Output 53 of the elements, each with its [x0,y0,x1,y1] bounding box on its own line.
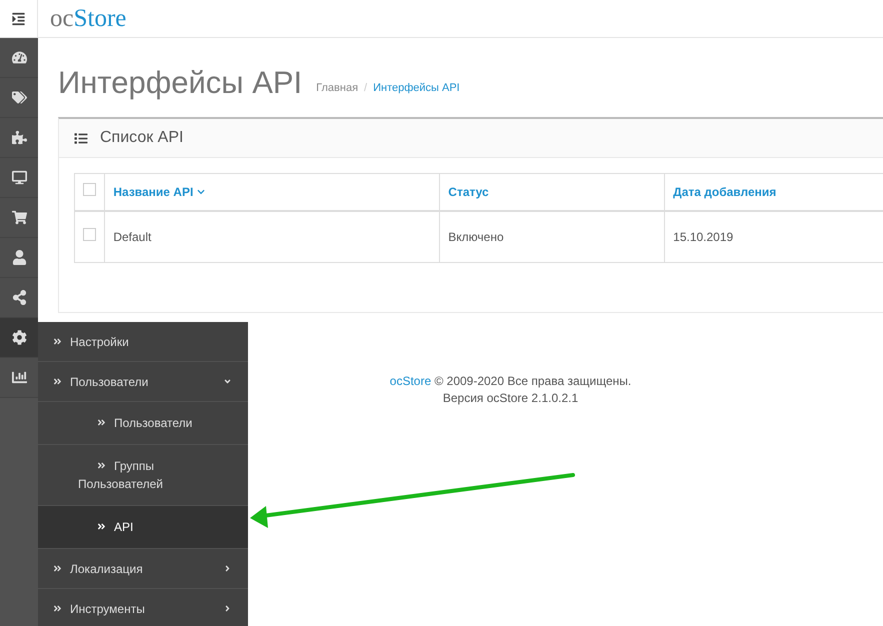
chevrons-icon [53,604,62,613]
share-icon [12,290,26,305]
breadcrumb-link[interactable]: Главная [316,80,358,96]
menu-item[interactable]: Локализация [38,549,248,589]
submenu-item[interactable]: API [38,506,248,549]
bar-chart-icon [12,370,26,385]
list-icon [74,132,88,144]
puzzle-icon [12,130,26,145]
monitor-icon [12,170,26,185]
breadcrumb-separator: / [363,80,368,96]
menu-toggle-icon[interactable] [11,12,26,26]
chevrons-icon [53,377,62,386]
chevrons-icon [53,564,62,573]
column-header[interactable]: Название API [113,182,206,201]
breadcrumb-link[interactable]: Интерфейсы API [373,80,460,96]
caret-icon [197,188,206,196]
footer-link[interactable]: ocStore [390,374,432,388]
checkbox[interactable] [83,228,96,241]
caret-right-icon [223,564,232,573]
sidebar-item[interactable] [0,198,38,238]
menu-item[interactable]: Настройки [38,322,248,362]
table-cell: Включено [448,230,504,244]
column-header[interactable]: Статус [448,182,489,201]
user-icon [12,250,26,265]
sidebar-item[interactable] [0,318,38,358]
page-title: Интерфейсы API [58,67,302,102]
table-cell: 15.10.2019 [673,230,734,244]
sidebar-item[interactable] [0,158,38,198]
version-text: Версия ocStore 2.1.0.2.1 [442,390,578,407]
menu-item[interactable]: Инструменты [38,589,248,626]
sidebar-item[interactable] [0,78,38,118]
caret-right-icon [223,604,232,613]
logo[interactable]: ocStore [50,6,126,31]
chevrons-icon [53,337,62,346]
chevrons-icon [97,522,106,531]
caret-down-icon [223,377,232,386]
chevrons-icon [97,418,106,427]
tags-icon [12,90,26,105]
settings-icon [12,330,26,345]
table-cell: Default [113,230,152,244]
submenu-item[interactable]: Пользователи [38,402,248,445]
cart-icon [12,210,26,225]
checkbox[interactable] [83,182,96,196]
chevrons-icon [97,461,106,470]
sidebar-item[interactable] [0,238,38,278]
panel-title: Список API [100,128,184,148]
copyright-text: ocStore © 2009-2020 Все права защищены. [390,373,632,390]
sidebar-item[interactable] [0,118,38,158]
sidebar-item[interactable] [0,278,38,318]
menu-item[interactable]: Пользователи [38,362,248,402]
gauge-icon [12,50,26,65]
sidebar-item[interactable] [0,38,38,78]
sidebar-item[interactable] [0,358,38,398]
